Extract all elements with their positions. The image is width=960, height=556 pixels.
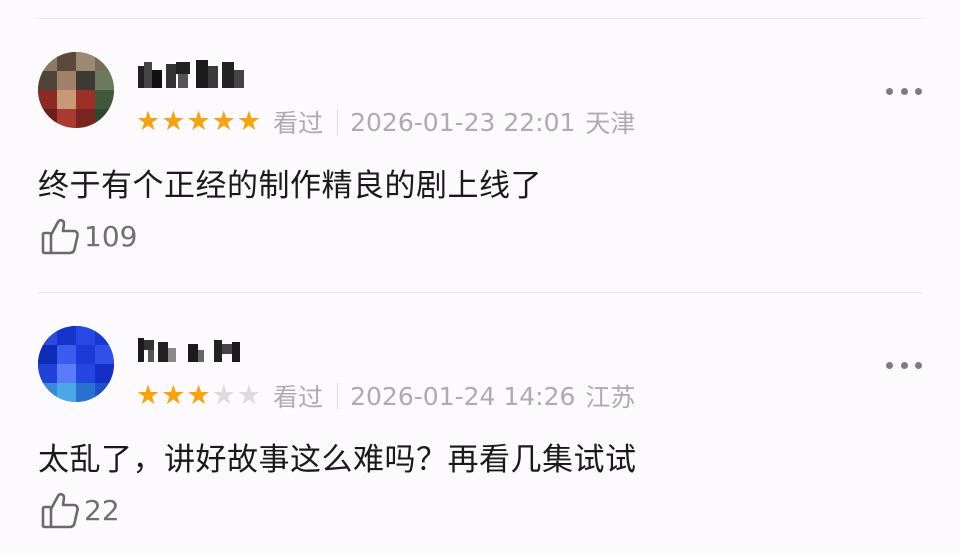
watch-status: 看过 <box>273 109 324 138</box>
star-icon: ★ <box>161 106 186 137</box>
avatar[interactable] <box>38 326 114 402</box>
star-icon: ★ <box>186 106 211 137</box>
star-icon: ★ <box>236 106 262 137</box>
comment-meta: ★ ★ ★ ★ ★ 看过 2026-01-23 22:01 天津 <box>136 107 636 139</box>
avatar[interactable] <box>38 52 114 128</box>
like-button[interactable]: 109 <box>40 216 137 256</box>
star-icon: ★ <box>186 380 211 411</box>
comment-datetime: 2026-01-23 22:01 <box>350 107 576 137</box>
username-pixelated[interactable] <box>138 330 248 366</box>
like-button[interactable]: 22 <box>40 490 120 530</box>
username-pixelated[interactable] <box>138 56 248 92</box>
watch-status: 看过 <box>273 383 324 412</box>
comment-text: 终于有个正经的制作精良的剧上线了 <box>38 168 542 204</box>
meta-separator <box>337 383 339 409</box>
comment-location: 天津 <box>585 109 636 138</box>
star-icon: ★ <box>236 380 262 411</box>
comment-item: ★ ★ ★ ★ ★ 看过 2026-01-24 14:26 江苏 太乱了，讲好故事这么难… <box>0 274 960 529</box>
star-icon: ★ <box>211 106 236 137</box>
star-icon: ★ <box>211 380 236 411</box>
thumbs-up-icon <box>40 490 80 530</box>
rating-stars: ★ ★ ★ ★ ★ <box>136 381 261 411</box>
more-icon[interactable] <box>886 357 922 373</box>
comment-location: 江苏 <box>585 383 636 412</box>
like-count: 109 <box>84 219 138 253</box>
comment-meta: ★ ★ ★ ★ ★ 看过 2026-01-24 14:26 江苏 <box>136 381 636 413</box>
meta-separator <box>337 109 339 135</box>
more-icon[interactable] <box>886 83 922 99</box>
star-icon: ★ <box>136 380 161 411</box>
comment-item: ★ ★ ★ ★ ★ 看过 2026-01-23 22:01 天津 终于有个正经的制作精良… <box>0 0 960 255</box>
star-icon: ★ <box>136 106 161 137</box>
star-icon: ★ <box>161 380 186 411</box>
thumbs-up-icon <box>40 216 80 256</box>
comment-text: 太乱了，讲好故事这么难吗？再看几集试试 <box>38 442 637 478</box>
rating-stars: ★ ★ ★ ★ ★ <box>136 107 261 137</box>
like-count: 22 <box>84 493 120 527</box>
comment-datetime: 2026-01-24 14:26 <box>350 381 576 411</box>
